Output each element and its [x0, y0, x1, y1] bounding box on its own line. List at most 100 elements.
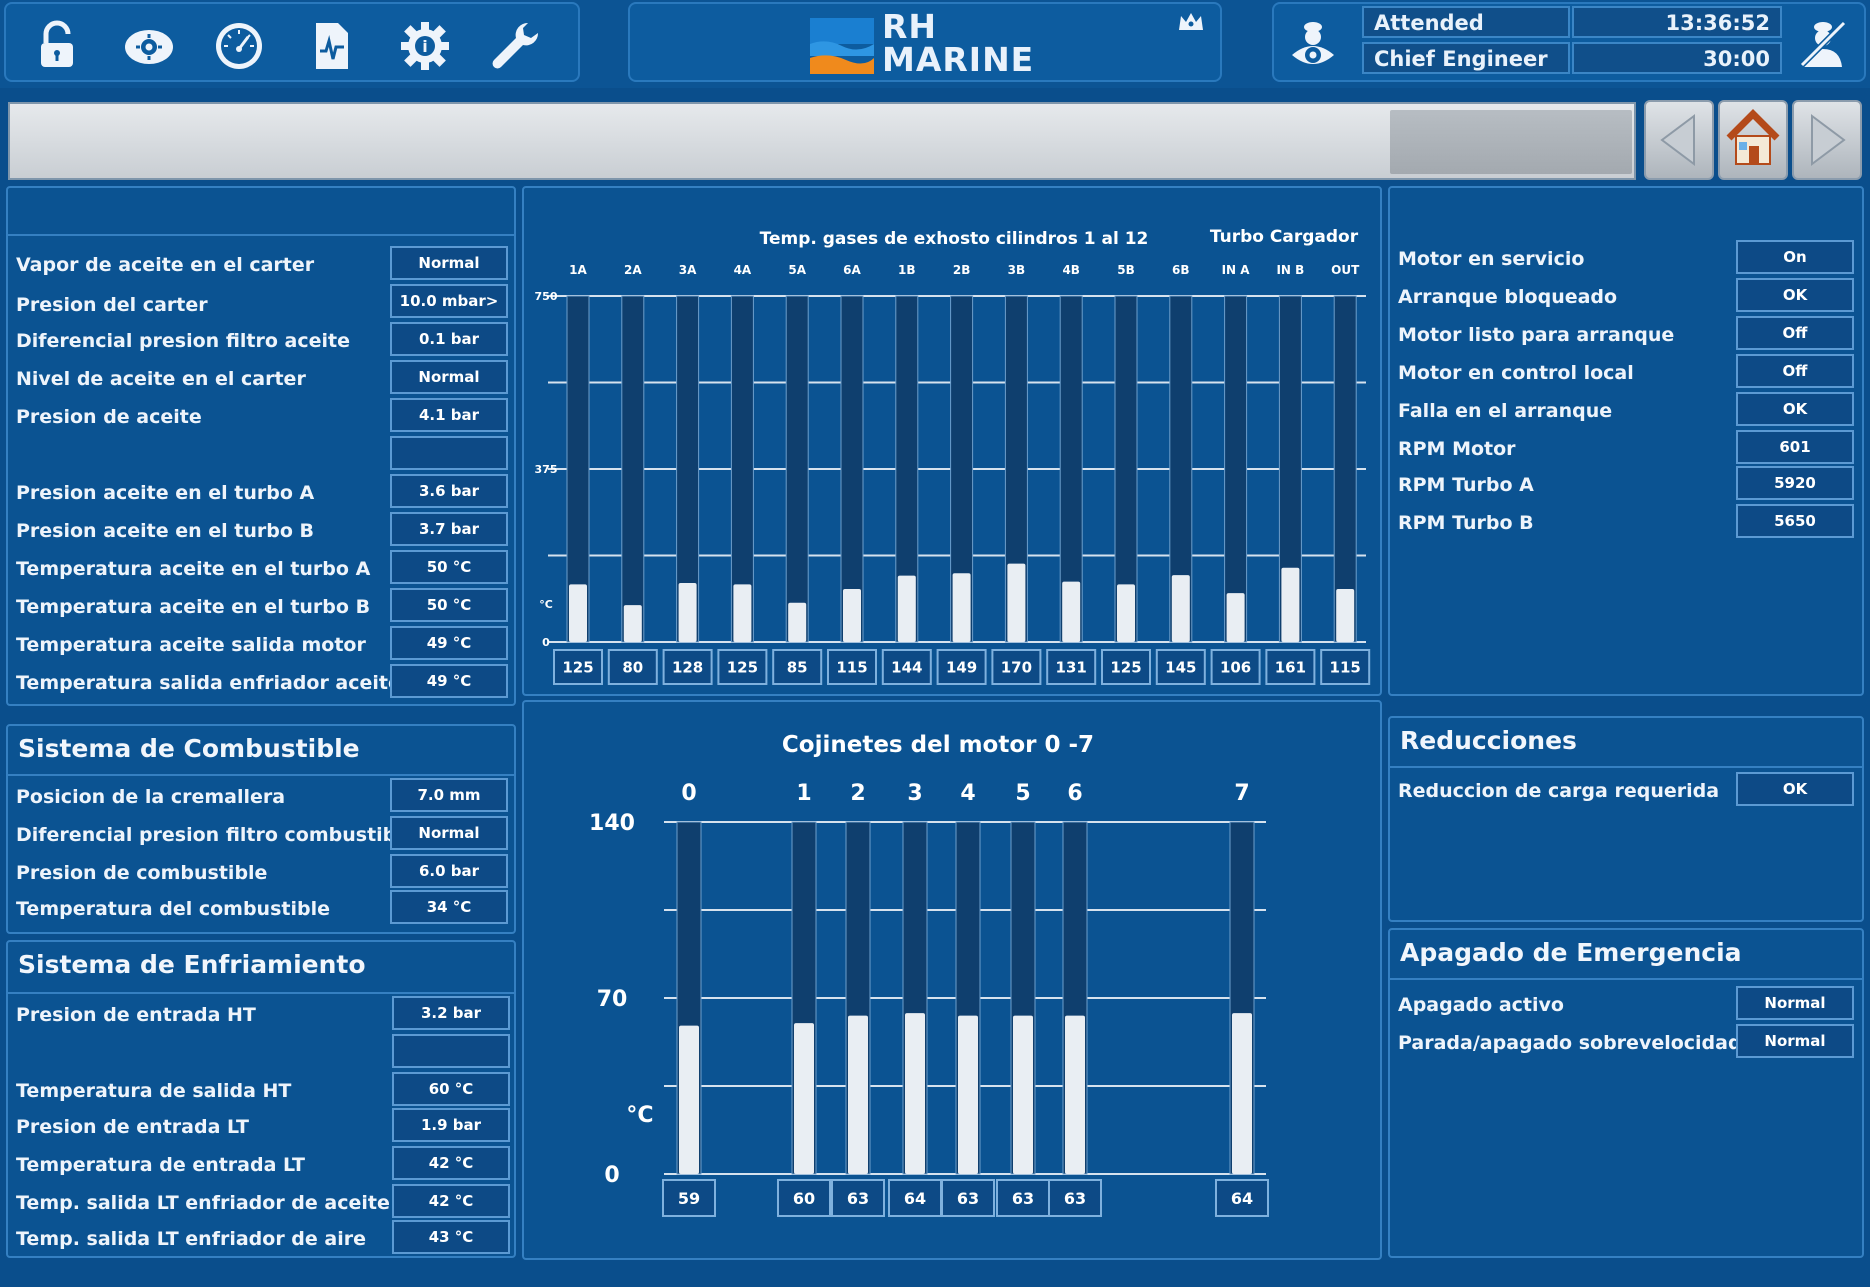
bar: [1062, 581, 1081, 642]
rh-marine-logo: RH MARINE: [810, 10, 1050, 76]
exhaust-gas-chart-panel: Temp. gases de exhosto cilindros 1 al 12…: [522, 186, 1382, 696]
bearings-chart: Cojinetes del motor 0 -7 0 1 2 3 4 5 6 7 59 60 63…: [589, 732, 1269, 1217]
cooling-row-label: Temperatura de entrada LT: [16, 1154, 305, 1176]
oil-row-label: Temperatura salida enfriador aceite: [16, 672, 401, 694]
category-label: 3B: [1008, 263, 1026, 277]
bearings-chart-title: Cojinetes del motor 0 -7: [782, 732, 1094, 758]
home-button[interactable]: [1718, 100, 1788, 180]
bar: [1007, 563, 1026, 642]
oil-row-value: 0.1 bar: [390, 322, 508, 356]
cooling-panel-title: Sistema de Enfriamiento: [8, 942, 514, 994]
lubrication-panel: Vapor de aceite en el carter Normal Pres…: [6, 186, 516, 706]
data-label: 63: [847, 1189, 869, 1208]
bar-track: [785, 295, 809, 643]
emergency-row-label: Parada/apagado sobrevelocidad: [1398, 1032, 1742, 1054]
cooling-row-label: Presion de entrada HT: [16, 1004, 256, 1026]
emergency-row-value: Normal: [1736, 986, 1854, 1020]
data-label: 64: [1231, 1189, 1253, 1208]
bearings-chart-panel: Cojinetes del motor 0 -7 0 1 2 3 4 5 6 7 59 60 63…: [522, 700, 1382, 1260]
bar: [905, 1013, 925, 1174]
unlock-icon[interactable]: [28, 18, 86, 74]
document-chart-icon[interactable]: [302, 18, 360, 74]
oil-row-value: 50 °C: [390, 588, 508, 622]
engine-row-value: Off: [1736, 316, 1854, 350]
emergency-shutdown-panel: Apagado de Emergencia Apagado activo Nor…: [1388, 928, 1864, 1258]
cooling-row-label: Temp. salida LT enfriador de aceite: [16, 1192, 390, 1214]
turbo-group-label: Turbo Cargador: [1210, 227, 1359, 247]
cooling-row-value: 42 °C: [392, 1146, 510, 1180]
y-tick-label: 140: [589, 811, 635, 836]
category-label: IN B: [1276, 263, 1304, 277]
data-label: 63: [1064, 1189, 1086, 1208]
cooling-row-value: [392, 1034, 510, 1068]
back-button[interactable]: [1644, 100, 1714, 180]
top-bar: i RH MARINE Attended 13:36:52 Chief Engi…: [0, 0, 1870, 88]
bar: [843, 588, 861, 642]
bar: [1117, 584, 1135, 642]
engine-row-label: Motor en control local: [1398, 362, 1634, 384]
data-label: 144: [891, 658, 922, 676]
data-label: 115: [1330, 658, 1361, 676]
fuel-row-value: 7.0 mm: [390, 778, 508, 812]
oil-row-label: Presion del carter: [16, 294, 208, 316]
data-label: 63: [1012, 1189, 1034, 1208]
engine-settings-icon[interactable]: [120, 18, 178, 74]
crown-icon: [1179, 13, 1203, 30]
y-tick-label: 70: [597, 987, 628, 1012]
fuel-row-label: Temperatura del combustible: [16, 898, 330, 920]
user-status-area: Attended 13:36:52 Chief Engineer 30:00: [1272, 2, 1866, 82]
fuel-row-value: Normal: [390, 816, 508, 850]
bar-track: [621, 295, 645, 643]
emergency-row-label: Apagado activo: [1398, 994, 1564, 1016]
logo-area: RH MARINE: [628, 2, 1222, 82]
bar: [679, 1025, 699, 1174]
bar: [952, 573, 971, 642]
y-axis-unit-label: °C: [626, 1103, 653, 1128]
wrench-icon[interactable]: [486, 18, 544, 74]
reduction-row-value: OK: [1736, 772, 1854, 806]
oil-row-label: Temperatura aceite salida motor: [16, 634, 366, 656]
cooling-row-value: 1.9 bar: [392, 1108, 510, 1142]
gauge-icon[interactable]: [210, 18, 268, 74]
bar: [1065, 1015, 1085, 1174]
forward-arrow-icon: [1811, 114, 1846, 166]
fuel-system-panel: Sistema de Combustible Posicion de la cr…: [6, 724, 516, 934]
bar: [1232, 1013, 1252, 1174]
logo-line-2: MARINE: [882, 40, 1035, 79]
fuel-row-label: Posicion de la cremallera: [16, 786, 286, 808]
category-label: 1B: [898, 263, 916, 277]
oil-row-value: 4.1 bar: [390, 398, 508, 432]
info-gear-icon[interactable]: i: [396, 18, 454, 74]
data-label: 80: [622, 658, 643, 676]
category-label: 3: [907, 781, 922, 806]
bar: [1226, 593, 1245, 642]
data-label: 149: [946, 658, 977, 676]
oil-row-value: 3.6 bar: [390, 474, 508, 508]
forward-button[interactable]: [1792, 100, 1862, 180]
bar: [678, 582, 697, 642]
bar: [794, 1023, 814, 1174]
cooling-system-panel: Sistema de Enfriamiento Presion de entra…: [6, 940, 516, 1258]
oil-row-value: Normal: [390, 360, 508, 394]
oil-row-label: Vapor de aceite en el carter: [16, 254, 315, 276]
category-label: 0: [681, 781, 696, 806]
y-tick-label: 375: [535, 463, 558, 476]
oil-row-label: Presion de aceite: [16, 406, 202, 428]
category-label: 6B: [1172, 263, 1190, 277]
bar: [1013, 1015, 1033, 1174]
bar: [733, 584, 752, 642]
logo-wordmark: RH MARINE: [882, 10, 1034, 76]
bar: [1281, 567, 1300, 642]
data-label: 161: [1275, 658, 1306, 676]
data-label: 85: [787, 658, 808, 676]
oil-row-label: Temperatura aceite en el turbo A: [16, 558, 371, 580]
oil-row-value: 3.7 bar: [390, 512, 508, 546]
category-label: OUT: [1331, 263, 1360, 277]
session-timer: 30:00: [1572, 42, 1782, 74]
alarm-message-field[interactable]: [8, 102, 1636, 180]
operator-eye-icon[interactable]: [1284, 16, 1342, 72]
alarm-message-indicator: [1390, 110, 1632, 174]
logout-icon[interactable]: [1794, 16, 1852, 72]
exhaust-gas-chart: Temp. gases de exhosto cilindros 1 al 12…: [535, 227, 1371, 685]
data-label: 170: [1001, 658, 1032, 676]
